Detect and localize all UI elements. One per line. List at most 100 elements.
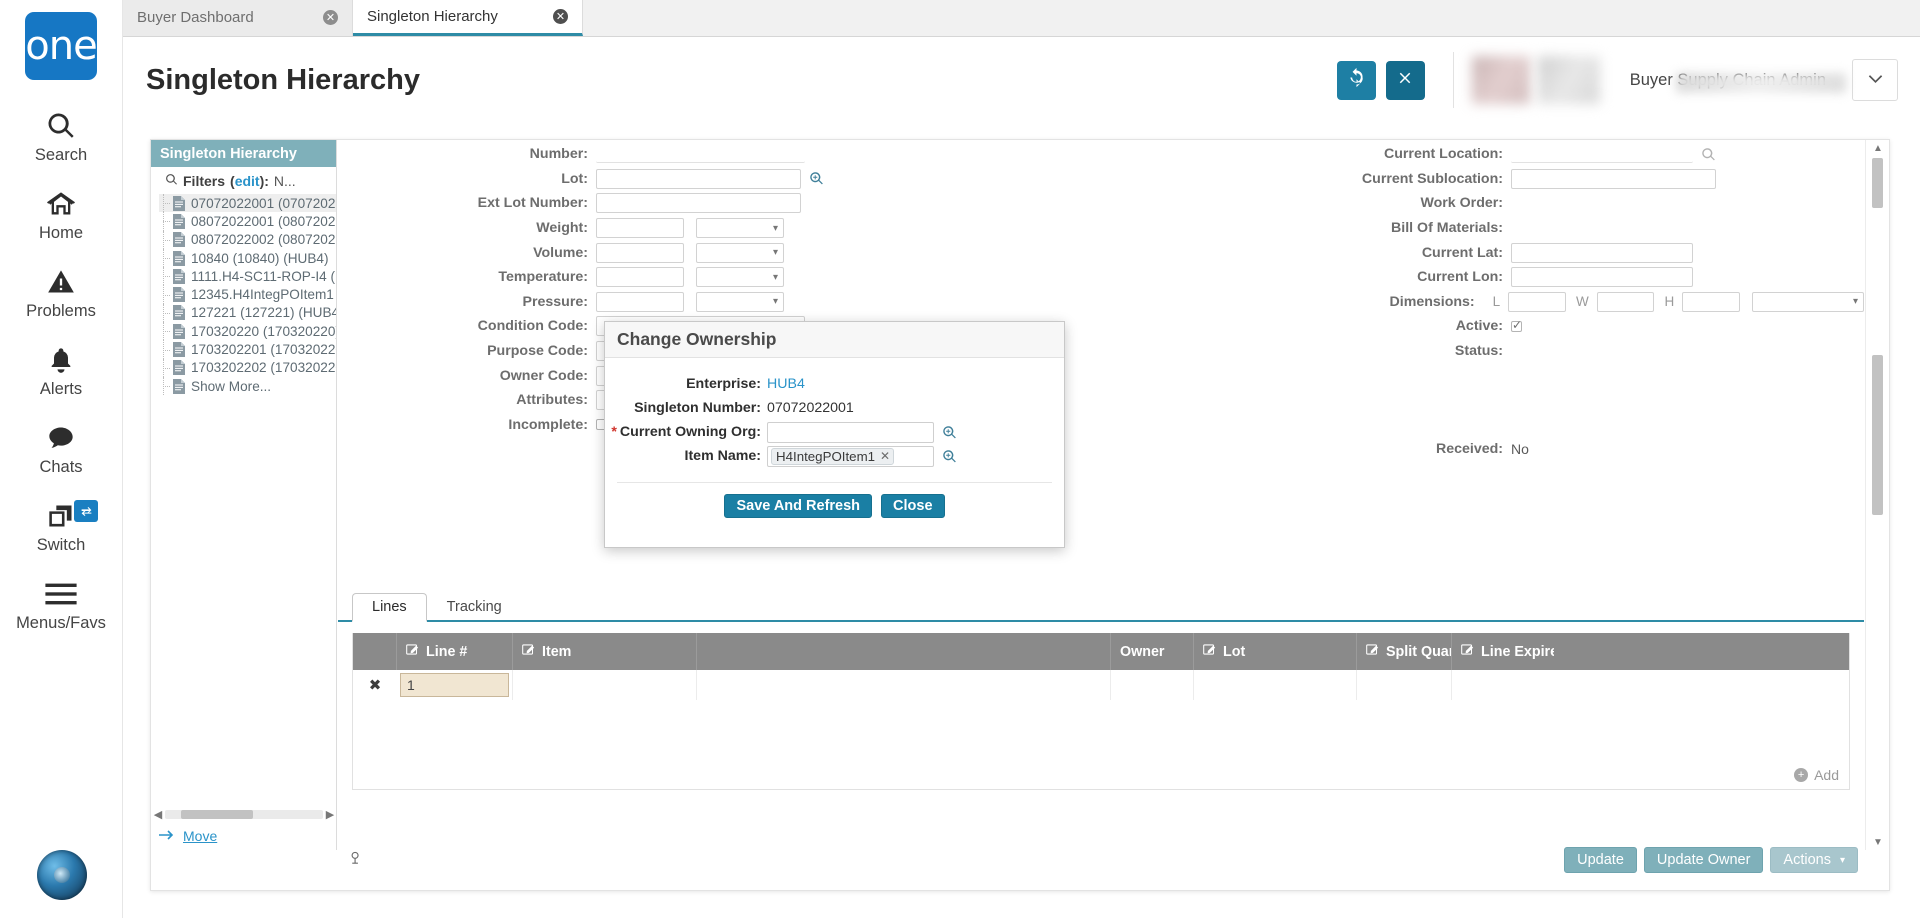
- dimension-h-input[interactable]: [1682, 291, 1740, 312]
- grid-col-line-expired[interactable]: Line Expired: [1452, 633, 1554, 670]
- item-cell[interactable]: [513, 670, 697, 700]
- sidebar-item-alerts[interactable]: Alerts: [0, 332, 122, 410]
- modal-divider: [617, 482, 1052, 483]
- search-magnifier-icon[interactable]: [1701, 147, 1716, 162]
- scrollbar-thumb[interactable]: [181, 809, 253, 819]
- scroll-up-icon[interactable]: ▲: [1866, 140, 1890, 156]
- tab-buyer-dashboard[interactable]: Buyer Dashboard ✕: [123, 0, 353, 36]
- save-and-refresh-button[interactable]: Save And Refresh: [724, 494, 873, 518]
- grid-col-item[interactable]: Item: [513, 633, 697, 670]
- scrollbar-thumb-upper[interactable]: [1872, 158, 1883, 208]
- list-item[interactable]: 07072022001 (07072022001) (HUB4): [159, 194, 336, 213]
- temperature-input[interactable]: [596, 267, 684, 288]
- search-magnifier-icon[interactable]: [942, 425, 957, 440]
- enterprise-value-link[interactable]: HUB4: [767, 376, 805, 392]
- list-item[interactable]: 08072022001 (08072022001) (HUB4): [159, 212, 336, 231]
- temperature-unit-select[interactable]: ▾: [696, 267, 784, 288]
- close-page-button[interactable]: [1385, 60, 1425, 100]
- list-item[interactable]: 12345.H4IntegPOItem1 (12345) (HUB4): [159, 285, 336, 304]
- owner-cell[interactable]: [1111, 670, 1194, 700]
- grid-col-split-quantity[interactable]: Split Quantity: [1357, 633, 1452, 670]
- field-label: Active:: [1455, 318, 1503, 335]
- list-item[interactable]: 1703202201 (1703202201) (HUB4): [159, 340, 336, 359]
- search-magnifier-icon[interactable]: [809, 171, 824, 186]
- field-lot: Lot:: [338, 167, 1101, 192]
- list-item[interactable]: 1111.H4-SC11-ROP-I4 (1111) (HUB4): [159, 267, 336, 286]
- map-pin-icon[interactable]: [348, 849, 365, 871]
- weight-unit-select[interactable]: ▾: [696, 218, 784, 239]
- line-number-cell[interactable]: 1: [400, 673, 509, 697]
- move-button[interactable]: Move: [151, 824, 337, 848]
- number-input[interactable]: [596, 145, 805, 164]
- modal-title-bar[interactable]: Change Ownership: [605, 322, 1064, 358]
- weight-input[interactable]: [596, 218, 684, 239]
- close-icon[interactable]: ✕: [323, 10, 338, 25]
- grid-col-owner[interactable]: Owner: [1111, 633, 1194, 670]
- dimension-unit-select[interactable]: ▾: [1751, 291, 1864, 312]
- tab-tracking[interactable]: Tracking: [427, 593, 522, 620]
- delete-row-icon[interactable]: ✖: [353, 676, 397, 694]
- pressure-unit-select[interactable]: ▾: [696, 291, 784, 312]
- sidebar-item-problems[interactable]: Problems: [0, 254, 122, 332]
- grid-col-lot[interactable]: Lot: [1194, 633, 1357, 670]
- tab-lines[interactable]: Lines: [352, 593, 427, 622]
- content-vertical-scrollbar[interactable]: ▲ ▼: [1865, 140, 1889, 850]
- ext-lot-number-input[interactable]: [596, 193, 801, 214]
- sidebar-item-chats[interactable]: Chats: [0, 410, 122, 488]
- lot-input[interactable]: [596, 168, 801, 189]
- sidebar-item-home[interactable]: Home: [0, 176, 122, 254]
- button-label: Close: [893, 498, 933, 514]
- table-row[interactable]: ✖ 1: [353, 670, 1849, 700]
- volume-input[interactable]: [596, 242, 684, 263]
- update-button[interactable]: Update: [1564, 847, 1637, 873]
- tab-label: Singleton Hierarchy: [367, 7, 498, 25]
- current-owning-org-input[interactable]: [767, 421, 934, 443]
- add-line-button[interactable]: + Add: [1794, 767, 1839, 783]
- filters-edit-link[interactable]: (edit):: [230, 173, 269, 189]
- list-item[interactable]: 127221 (127221) (HUB4): [159, 303, 336, 323]
- split-quantity-cell[interactable]: [1357, 670, 1452, 700]
- sidebar-item-menus-favs[interactable]: Menus/Favs: [0, 566, 122, 644]
- scrollbar-thumb-lower[interactable]: [1872, 355, 1883, 515]
- refresh-button[interactable]: [1336, 60, 1376, 100]
- lot-cell[interactable]: [1194, 670, 1357, 700]
- singleton-tree: 07072022001 (07072022001) (HUB4) 0807202…: [151, 194, 336, 396]
- assistant-orb-icon[interactable]: [36, 850, 87, 900]
- update-owner-button[interactable]: Update Owner: [1643, 847, 1764, 873]
- dimension-l-input[interactable]: [1508, 291, 1566, 312]
- list-item[interactable]: 170320220 (170320220) (HUB4): [159, 322, 336, 341]
- sidebar-item-switch[interactable]: Switch: [0, 488, 122, 566]
- active-checkbox[interactable]: [1511, 318, 1522, 332]
- field-label: Owner Code:: [499, 367, 588, 384]
- actions-button[interactable]: Actions ▾: [1770, 847, 1858, 873]
- close-button[interactable]: Close: [881, 494, 945, 518]
- tab-singleton-hierarchy[interactable]: Singleton Hierarchy ✕: [353, 0, 583, 36]
- current-lon-input[interactable]: [1511, 267, 1693, 288]
- line-expired-cell[interactable]: [1452, 670, 1554, 700]
- list-item[interactable]: 1703202202 (1703202202) (HUB4): [159, 358, 336, 377]
- scroll-left-icon[interactable]: ◀: [151, 808, 165, 821]
- list-item[interactable]: 08072022002 (08072022002) (HUB4): [159, 230, 336, 249]
- current-lat-input[interactable]: [1511, 242, 1693, 263]
- sidebar-item-search[interactable]: Search: [0, 98, 122, 176]
- user-menu-button[interactable]: [1852, 59, 1898, 101]
- close-icon[interactable]: ✕: [553, 8, 568, 24]
- list-item-show-more[interactable]: Show More...: [159, 376, 336, 396]
- grid-col-spacer: [697, 633, 1111, 670]
- item-name-input[interactable]: H4IntegPOItem1 ✕: [767, 445, 934, 467]
- pressure-input[interactable]: [596, 291, 684, 312]
- grid-col-line-number[interactable]: Line #: [397, 633, 513, 670]
- scroll-right-icon[interactable]: ▶: [323, 808, 337, 821]
- switch-arrows-badge-icon[interactable]: [74, 500, 98, 522]
- list-item[interactable]: 10840 (10840) (HUB4): [159, 248, 336, 268]
- volume-unit-select[interactable]: ▾: [696, 242, 784, 263]
- remove-chip-icon[interactable]: ✕: [880, 449, 890, 463]
- scroll-down-icon[interactable]: ▼: [1866, 834, 1890, 850]
- sidebar-item-label: Problems: [26, 302, 96, 320]
- list-horizontal-scrollbar[interactable]: ◀ ▶: [151, 804, 337, 824]
- current-location-input[interactable]: [1511, 145, 1693, 164]
- scrollbar-track[interactable]: [165, 809, 323, 819]
- search-magnifier-icon[interactable]: [942, 449, 957, 464]
- dimension-w-input[interactable]: [1596, 291, 1655, 312]
- current-sublocation-input[interactable]: [1511, 168, 1716, 189]
